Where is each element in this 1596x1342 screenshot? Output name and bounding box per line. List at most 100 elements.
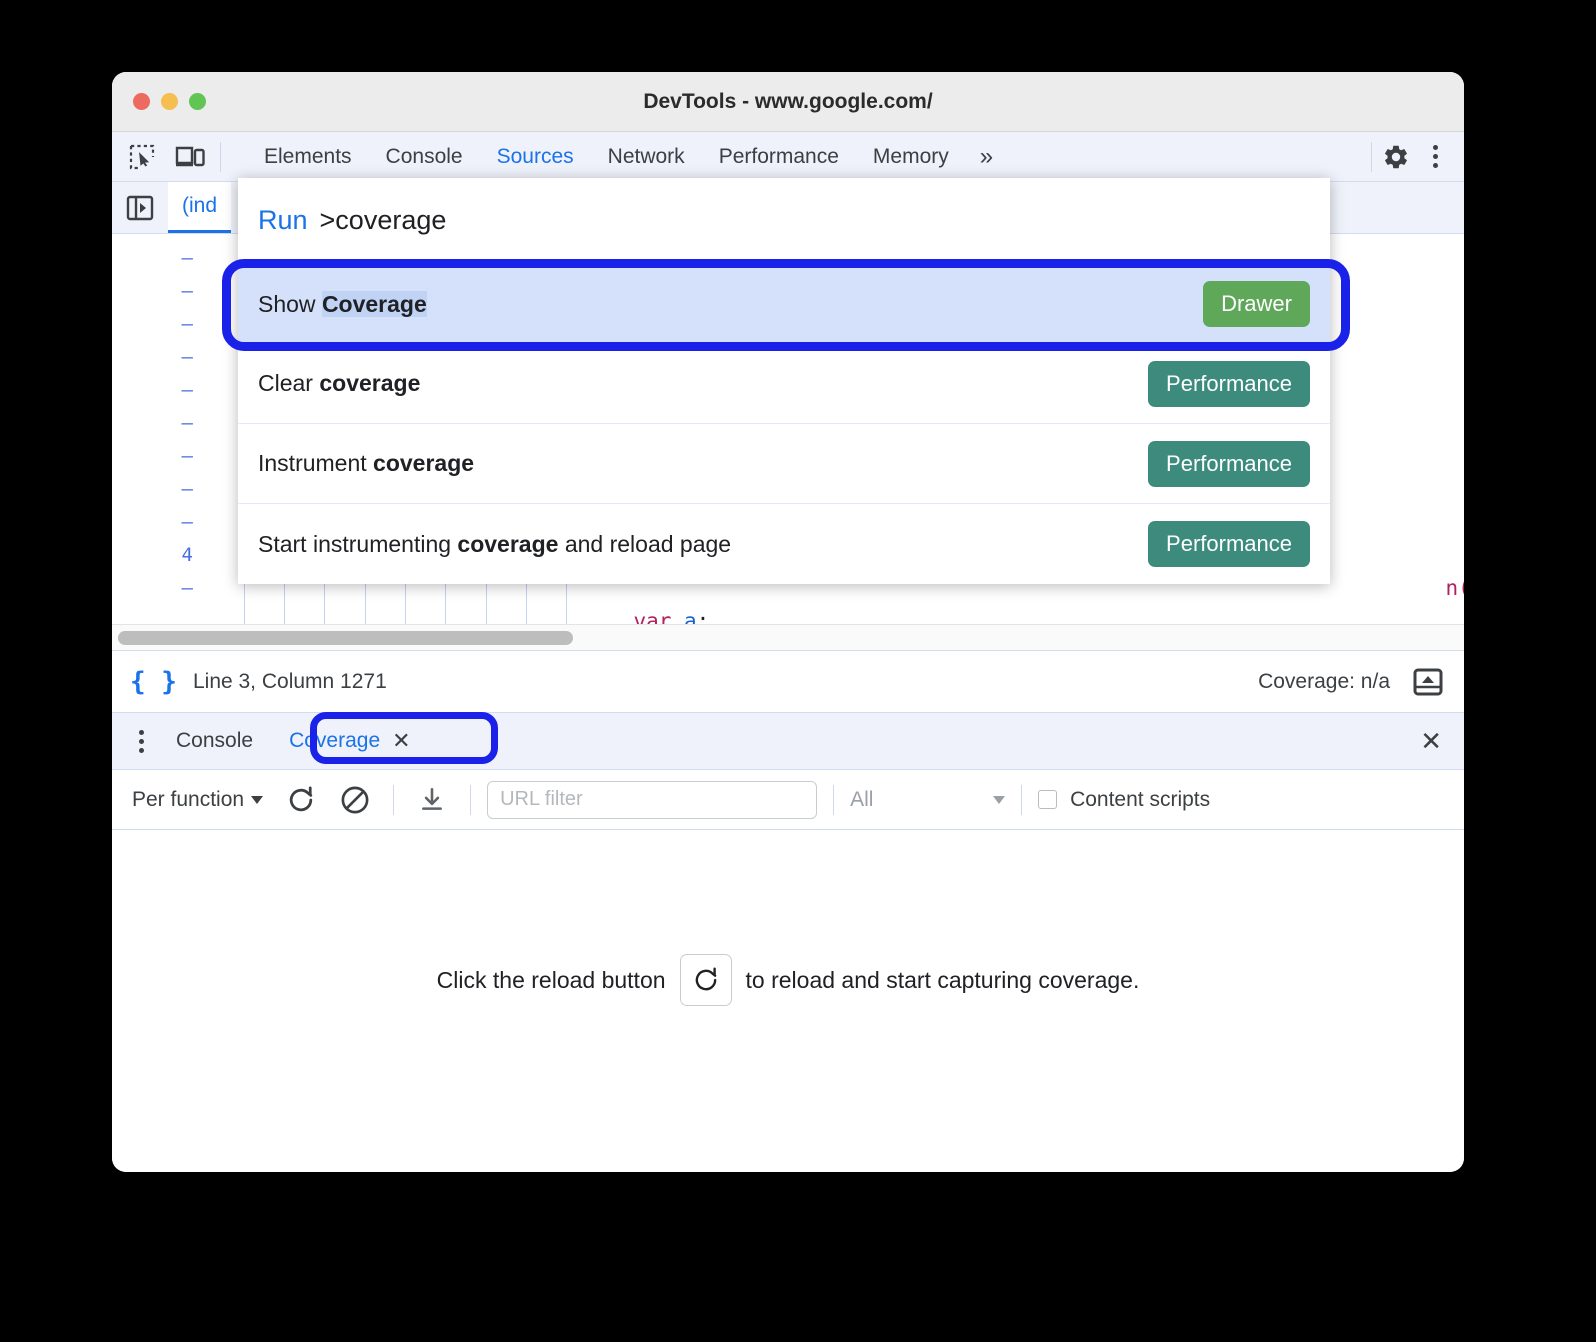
more-tabs-chevron-icon[interactable]: » xyxy=(966,143,1005,171)
drawer-tabstrip: Console Coverage ✕ ✕ xyxy=(112,712,1464,770)
line-number: 4 xyxy=(181,544,193,566)
line-number: – xyxy=(181,280,193,302)
toolbar-divider xyxy=(393,784,395,815)
content-scripts-label: Content scripts xyxy=(1070,787,1211,811)
kebab-menu-icon[interactable] xyxy=(1420,140,1450,174)
horizontal-scroll-thumb[interactable] xyxy=(118,631,573,645)
reload-icon[interactable] xyxy=(679,954,732,1006)
tab-console[interactable]: Console xyxy=(369,141,480,173)
command-prefix: Show xyxy=(258,290,322,317)
device-toolbar-icon[interactable] xyxy=(172,140,208,174)
command-palette-item-start-instrumenting-coverage[interactable]: Start instrumenting coverage and reload … xyxy=(238,504,1330,584)
line-number: – xyxy=(181,412,193,434)
status-right-group: Coverage: n/a xyxy=(1258,665,1446,699)
command-label: Instrument coverage xyxy=(258,450,474,477)
cursor-position-label: Line 3, Column 1271 xyxy=(192,669,387,693)
drawer-tab-console[interactable]: Console xyxy=(160,723,269,759)
command-palette-item-clear-coverage[interactable]: Clear coverage Performance xyxy=(238,344,1330,424)
download-export-icon[interactable] xyxy=(410,780,454,820)
command-badge: Performance xyxy=(1148,521,1310,567)
code-token-identifier: a xyxy=(684,609,697,624)
toolbar-divider xyxy=(833,784,835,815)
line-number: – xyxy=(181,379,193,401)
line-number: – xyxy=(181,247,193,269)
tab-performance[interactable]: Performance xyxy=(702,141,856,173)
editor-horizontal-scrollbar[interactable] xyxy=(112,624,1464,650)
title-bar: DevTools - www.google.com/ xyxy=(112,72,1464,132)
command-label: Start instrumenting coverage and reload … xyxy=(258,531,731,558)
toolbar-left-icons xyxy=(112,140,233,174)
line-number: – xyxy=(181,478,193,500)
coverage-granularity-label: Per function xyxy=(132,787,245,811)
editor-status-bar: { } Line 3, Column 1271 Coverage: n/a xyxy=(112,650,1464,712)
devtools-main-toolbar: Elements Console Sources Network Perform… xyxy=(112,132,1464,182)
status-left-group: { } Line 3, Column 1271 xyxy=(130,667,387,697)
kebab-menu-icon[interactable] xyxy=(126,724,156,758)
command-palette: Run >coverage Show Coverage Drawer Clear… xyxy=(238,178,1330,584)
coverage-granularity-dropdown[interactable]: Per function xyxy=(126,784,269,816)
empty-state-text-before: Click the reload button xyxy=(436,966,666,993)
command-palette-item-instrument-coverage[interactable]: Instrument coverage Performance xyxy=(238,424,1330,504)
command-badge: Performance xyxy=(1148,360,1310,407)
window-title: DevTools - www.google.com/ xyxy=(643,89,933,113)
line-number: – xyxy=(181,577,193,599)
line-number: – xyxy=(181,313,193,335)
close-drawer-icon[interactable]: ✕ xyxy=(1420,726,1450,757)
toolbar-divider xyxy=(1021,784,1023,815)
show-drawer-icon[interactable] xyxy=(1410,665,1446,699)
command-match: coverage xyxy=(373,450,475,476)
line-number: – xyxy=(181,445,193,467)
line-number-gutter: – – – – – – – – – 4 – xyxy=(112,234,209,624)
coverage-type-filter-label: All xyxy=(850,787,874,811)
tab-network[interactable]: Network xyxy=(591,141,702,173)
toolbar-right-icons xyxy=(1371,140,1464,174)
show-navigator-icon[interactable] xyxy=(112,182,168,233)
line-number: – xyxy=(181,346,193,368)
toolbar-divider xyxy=(470,784,472,815)
panel-tabs: Elements Console Sources Network Perform… xyxy=(247,141,1005,173)
command-badge: Drawer xyxy=(1203,281,1310,327)
command-label: Clear coverage xyxy=(258,370,420,397)
empty-state-text-after: to reload and start capturing coverage. xyxy=(745,966,1140,993)
drawer-tab-label: Console xyxy=(176,729,254,752)
gear-icon[interactable] xyxy=(1378,140,1414,174)
toolbar-divider xyxy=(220,141,221,172)
command-palette-results: Show Coverage Drawer Clear coverage Perf… xyxy=(238,264,1330,584)
pretty-print-braces-icon[interactable]: { } xyxy=(130,667,177,697)
coverage-status-label: Coverage: n/a xyxy=(1258,669,1390,693)
tab-elements[interactable]: Elements xyxy=(247,141,369,173)
url-filter-input[interactable] xyxy=(487,780,818,819)
chevron-down-icon xyxy=(251,795,264,804)
reload-icon[interactable] xyxy=(279,780,323,820)
devtools-drawer: Console Coverage ✕ ✕ Per function URL fi… xyxy=(112,712,1464,1172)
command-match: coverage xyxy=(319,370,421,396)
line-number: – xyxy=(181,511,193,533)
inspect-element-icon[interactable] xyxy=(124,140,160,174)
chevron-down-icon xyxy=(993,795,1006,804)
screenshot-stage: DevTools - www.google.com/ Elements Cons… xyxy=(0,0,1596,1342)
content-scripts-checkbox[interactable]: Content scripts xyxy=(1038,788,1210,812)
code-token-function: n(b) { xyxy=(1445,576,1464,600)
command-prefix: Start instrumenting xyxy=(258,530,458,557)
toolbar-divider-right xyxy=(1371,141,1372,172)
empty-state-message: Click the reload button to reload and st… xyxy=(436,954,1140,1006)
command-palette-item-show-coverage[interactable]: Show Coverage Drawer xyxy=(238,264,1330,344)
close-icon[interactable]: ✕ xyxy=(392,728,410,754)
tab-sources[interactable]: Sources xyxy=(480,141,591,173)
command-prefix: Clear xyxy=(258,370,320,396)
clear-all-icon[interactable] xyxy=(333,780,377,820)
code-token-semicolon: ; xyxy=(696,609,710,624)
command-match: coverage xyxy=(457,530,559,557)
command-label: Show Coverage xyxy=(258,290,427,318)
code-token-keyword: var xyxy=(633,609,685,624)
tab-memory[interactable]: Memory xyxy=(856,141,966,173)
checkbox-box[interactable] xyxy=(1038,790,1058,809)
coverage-toolbar: Per function URL filter All Content scri… xyxy=(112,770,1464,830)
file-tab-index[interactable]: (ind xyxy=(168,182,232,233)
drawer-tab-coverage[interactable]: Coverage ✕ xyxy=(273,722,427,760)
command-suffix: and reload page xyxy=(558,530,732,557)
coverage-empty-state: Click the reload button to reload and st… xyxy=(112,830,1464,1130)
command-palette-input-row[interactable]: Run >coverage xyxy=(238,178,1330,264)
coverage-type-filter-dropdown[interactable]: All xyxy=(850,787,1006,812)
command-prefix: Instrument xyxy=(258,450,374,476)
